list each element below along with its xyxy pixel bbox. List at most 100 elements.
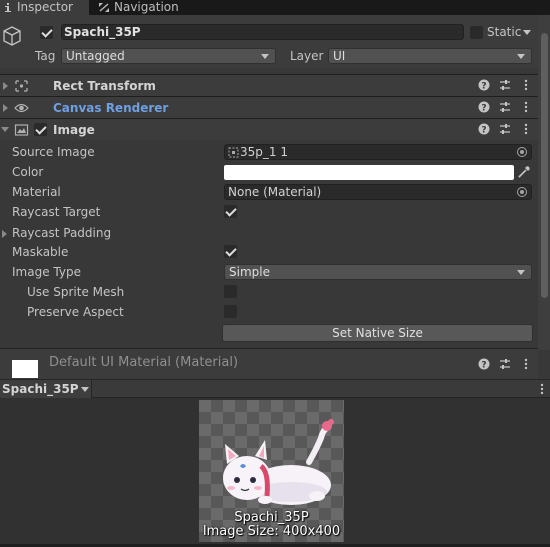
prop-color: Color bbox=[0, 162, 538, 182]
tag-value: Untagged bbox=[66, 49, 125, 63]
color-label: Color bbox=[12, 165, 44, 179]
tab-inspector-label: Inspector bbox=[17, 0, 73, 14]
prop-use-sprite-mesh: Use Sprite Mesh bbox=[0, 282, 538, 302]
rect-transform-icon bbox=[15, 80, 28, 92]
component-title: Rect Transform bbox=[53, 79, 156, 93]
chevron-down-icon bbox=[80, 387, 89, 392]
eye-icon bbox=[14, 103, 29, 113]
material-field[interactable]: None (Material) bbox=[224, 184, 532, 200]
svg-text:?: ? bbox=[481, 361, 486, 371]
color-field[interactable] bbox=[224, 165, 514, 180]
tab-inspector[interactable]: Inspector bbox=[0, 0, 89, 15]
help-icon[interactable]: ? bbox=[478, 123, 490, 135]
kebab-menu-icon[interactable] bbox=[520, 123, 532, 135]
preview-area: Spachi_35P Image Size: 400x400 bbox=[0, 398, 550, 547]
image-type-label: Image Type bbox=[12, 265, 81, 279]
chevron-down-icon bbox=[517, 270, 525, 275]
info-icon bbox=[5, 3, 11, 12]
preview-image-name: Spachi_35P bbox=[234, 510, 309, 525]
use-sprite-mesh-label: Use Sprite Mesh bbox=[27, 285, 125, 299]
gameobject-cube-icon bbox=[3, 26, 21, 46]
tab-navigation[interactable]: Navigation bbox=[96, 0, 216, 15]
static-dropdown[interactable]: Static bbox=[487, 24, 532, 40]
tab-navigation-label: Navigation bbox=[114, 0, 179, 14]
svg-text:?: ? bbox=[481, 126, 486, 136]
preview-dropdown-label: Spachi_35P bbox=[2, 382, 79, 396]
fold-arrow-icon[interactable] bbox=[1, 127, 9, 132]
svg-text:?: ? bbox=[481, 82, 486, 92]
preview-dropdown[interactable]: Spachi_35P bbox=[0, 380, 92, 398]
preserve-aspect-checkbox[interactable] bbox=[224, 305, 237, 318]
presets-icon[interactable] bbox=[499, 79, 511, 91]
object-picker-icon[interactable] bbox=[517, 187, 527, 197]
sprite-icon bbox=[228, 147, 239, 158]
raycast-target-checkbox[interactable] bbox=[224, 205, 237, 218]
kebab-menu-icon[interactable] bbox=[520, 79, 532, 91]
static-label: Static bbox=[487, 25, 522, 39]
tag-dropdown[interactable]: Untagged bbox=[61, 48, 276, 64]
gameobject-header: Spachi_35P Static Tag Untagged Layer UI bbox=[0, 15, 538, 68]
source-image-label: Source Image bbox=[12, 145, 95, 159]
fold-arrow-icon[interactable] bbox=[2, 230, 7, 238]
fold-arrow-icon[interactable] bbox=[3, 82, 8, 90]
gameobject-name-field[interactable]: Spachi_35P bbox=[61, 24, 464, 40]
component-title: Image bbox=[53, 123, 95, 137]
tag-label: Tag bbox=[35, 49, 56, 63]
image-type-value: Simple bbox=[229, 265, 270, 279]
image-icon bbox=[14, 124, 29, 136]
material-section-title: Default UI Material (Material) bbox=[49, 355, 239, 370]
layer-label: Layer bbox=[290, 49, 324, 63]
help-icon[interactable]: ? bbox=[478, 358, 490, 370]
layer-value: UI bbox=[333, 49, 346, 63]
object-picker-icon[interactable] bbox=[517, 147, 527, 157]
prop-raycast-target: Raycast Target bbox=[0, 202, 538, 222]
use-sprite-mesh-checkbox[interactable] bbox=[224, 285, 237, 298]
presets-icon[interactable] bbox=[499, 123, 511, 135]
navigation-icon bbox=[99, 3, 109, 12]
raycast-padding-label: Raycast Padding bbox=[12, 226, 112, 240]
image-type-dropdown[interactable]: Simple bbox=[224, 264, 532, 280]
source-image-value: 35p_1 1 bbox=[240, 145, 288, 159]
material-label: Material bbox=[12, 185, 61, 199]
component-rect-transform[interactable]: Rect Transform ? bbox=[0, 74, 538, 96]
presets-icon[interactable] bbox=[499, 358, 511, 370]
material-section-header[interactable]: Default UI Material (Material) ? bbox=[0, 348, 538, 380]
source-image-field[interactable]: 35p_1 1 bbox=[224, 144, 532, 160]
chevron-down-icon bbox=[517, 54, 525, 59]
preview-image-size: Image Size: 400x400 bbox=[202, 524, 341, 539]
presets-icon[interactable] bbox=[499, 101, 511, 113]
preview-toolbar: Spachi_35P bbox=[0, 379, 550, 398]
prop-preserve-aspect: Preserve Aspect bbox=[0, 302, 538, 322]
material-value: None (Material) bbox=[228, 185, 322, 199]
raycast-target-label: Raycast Target bbox=[12, 205, 101, 219]
material-preview-swatch bbox=[12, 360, 38, 378]
component-image[interactable]: Image ? bbox=[0, 118, 538, 140]
fold-arrow-icon[interactable] bbox=[3, 104, 8, 112]
help-icon[interactable]: ? bbox=[478, 101, 490, 113]
tab-bar: Inspector Navigation bbox=[0, 0, 550, 15]
prop-image-type: Image Type Simple bbox=[0, 262, 538, 282]
help-icon[interactable]: ? bbox=[478, 79, 490, 91]
svg-text:?: ? bbox=[481, 104, 486, 114]
component-canvas-renderer[interactable]: Canvas Renderer ? bbox=[0, 96, 538, 118]
chevron-down-icon bbox=[261, 54, 269, 59]
component-title: Canvas Renderer bbox=[53, 101, 169, 115]
set-native-size-button[interactable]: Set Native Size bbox=[222, 324, 533, 342]
prop-source-image: Source Image 35p_1 1 bbox=[0, 142, 538, 162]
static-checkbox[interactable] bbox=[470, 26, 483, 39]
image-enabled-checkbox[interactable] bbox=[34, 123, 47, 136]
prop-raycast-padding[interactable]: Raycast Padding bbox=[0, 223, 538, 243]
layer-dropdown[interactable]: UI bbox=[328, 48, 532, 64]
maskable-label: Maskable bbox=[12, 245, 69, 259]
chevron-down-icon bbox=[523, 30, 532, 35]
gameobject-active-checkbox[interactable] bbox=[40, 26, 53, 39]
kebab-menu-icon[interactable] bbox=[520, 358, 532, 370]
inspector-scroll-thumb[interactable] bbox=[541, 33, 548, 298]
eyedropper-icon[interactable] bbox=[517, 165, 531, 179]
kebab-menu-icon[interactable] bbox=[539, 383, 545, 395]
maskable-checkbox[interactable] bbox=[224, 245, 237, 258]
preserve-aspect-label: Preserve Aspect bbox=[27, 305, 124, 319]
kebab-menu-icon[interactable] bbox=[520, 101, 532, 113]
prop-material: Material None (Material) bbox=[0, 182, 538, 202]
prop-maskable: Maskable bbox=[0, 242, 538, 262]
